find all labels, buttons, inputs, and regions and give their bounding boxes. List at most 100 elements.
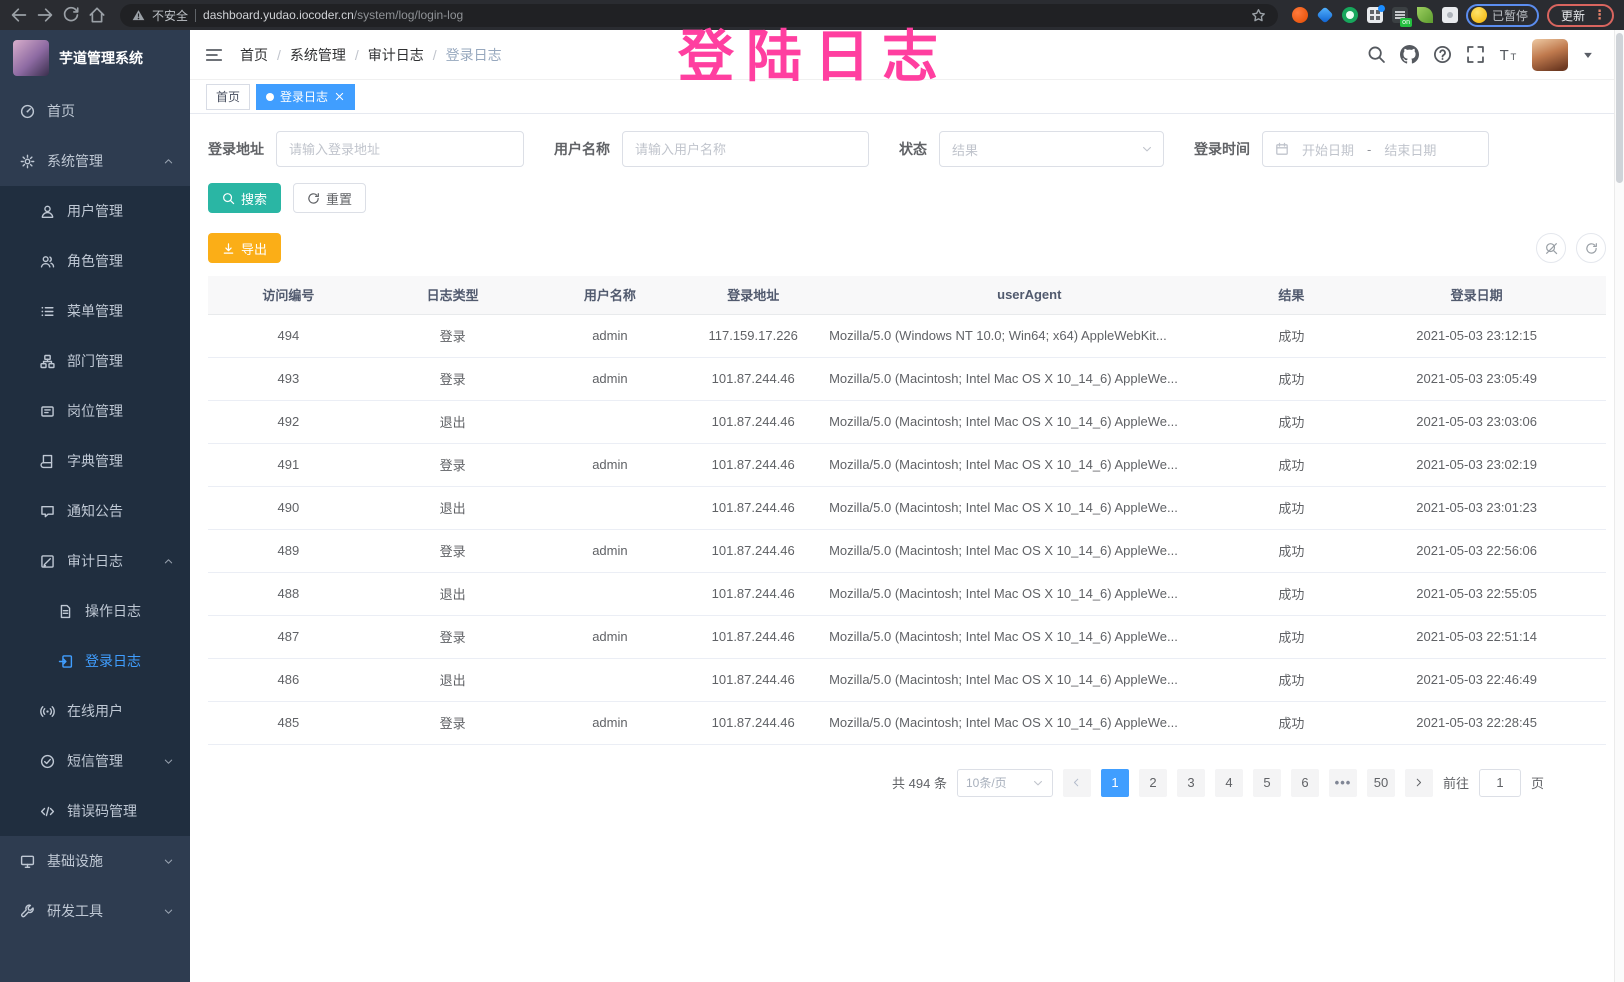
tag-首页[interactable]: 首页 bbox=[206, 84, 250, 110]
sidebar-item-dict-management[interactable]: 字典管理 bbox=[0, 436, 190, 486]
pagination-page-50[interactable]: 50 bbox=[1367, 769, 1395, 797]
breadcrumb-separator: / bbox=[433, 47, 437, 63]
refresh-table-button[interactable] bbox=[1576, 233, 1606, 263]
table-cell bbox=[537, 658, 684, 701]
table-cell: 成功 bbox=[1236, 572, 1348, 615]
github-icon[interactable] bbox=[1400, 45, 1419, 64]
sidebar-item-label: 操作日志 bbox=[85, 601, 141, 621]
table-row: 489登录admin101.87.244.46Mozilla/5.0 (Maci… bbox=[208, 529, 1606, 572]
start-date-placeholder: 开始日期 bbox=[1302, 140, 1354, 159]
login-address-input[interactable] bbox=[276, 131, 524, 167]
browser-profile-pill[interactable]: 已暂停 bbox=[1466, 4, 1539, 27]
green-circle-extension-icon[interactable] bbox=[1342, 7, 1358, 23]
sidebar-item-label: 通知公告 bbox=[67, 501, 123, 521]
sidebar-item-error-code-management[interactable]: 错误码管理 bbox=[0, 786, 190, 836]
font-size-icon[interactable]: TT bbox=[1499, 45, 1518, 64]
annotation-overlay-text: 登陆日志 bbox=[678, 12, 950, 93]
table-cell: 487 bbox=[208, 615, 369, 658]
sidebar-item-sms-management[interactable]: 短信管理 bbox=[0, 736, 190, 786]
sidebar-item-notice-announcement[interactable]: 通知公告 bbox=[0, 486, 190, 536]
username-input[interactable] bbox=[622, 131, 869, 167]
sidebar-toggle-icon[interactable] bbox=[204, 45, 224, 65]
search-icon[interactable] bbox=[1367, 45, 1386, 64]
browser-forward-icon[interactable] bbox=[36, 6, 54, 24]
sidebar-item-label: 审计日志 bbox=[67, 551, 123, 571]
breadcrumb-item[interactable]: 首页 bbox=[240, 45, 268, 65]
status-select[interactable]: 结果 bbox=[939, 131, 1164, 167]
table-cell: 488 bbox=[208, 572, 369, 615]
grid-extension-icon[interactable] bbox=[1367, 7, 1383, 23]
pagination-ellipsis[interactable]: ••• bbox=[1329, 769, 1357, 797]
close-icon[interactable] bbox=[334, 91, 345, 102]
caret-down-icon[interactable] bbox=[1582, 49, 1594, 61]
hide-search-button[interactable] bbox=[1536, 233, 1566, 263]
browser-back-icon[interactable] bbox=[10, 6, 28, 24]
table-row: 491登录admin101.87.244.46Mozilla/5.0 (Maci… bbox=[208, 443, 1606, 486]
breadcrumb-item[interactable]: 系统管理 bbox=[290, 45, 346, 65]
reset-button[interactable]: 重置 bbox=[293, 183, 366, 213]
list-on-extension-icon[interactable]: on bbox=[1392, 7, 1408, 23]
pagination-next-button[interactable] bbox=[1405, 769, 1433, 797]
chevron-down-icon bbox=[163, 906, 174, 917]
table-cell: Mozilla/5.0 (Macintosh; Intel Mac OS X 1… bbox=[823, 658, 1235, 701]
browser-menu-icon[interactable]: ⋮ bbox=[1593, 7, 1606, 23]
pagination-page-5[interactable]: 5 bbox=[1253, 769, 1281, 797]
leaf-extension-icon[interactable] bbox=[1417, 7, 1433, 23]
scrollbar-thumb[interactable] bbox=[1616, 33, 1623, 183]
pagination-goto-label: 前往 bbox=[1443, 773, 1469, 792]
sidebar-item-role-management[interactable]: 角色管理 bbox=[0, 236, 190, 286]
pagination-prev-button[interactable] bbox=[1063, 769, 1091, 797]
sidebar-item-operation-log[interactable]: 操作日志 bbox=[0, 586, 190, 636]
sidebar-item-post-management[interactable]: 岗位管理 bbox=[0, 386, 190, 436]
sidebar-item-menu-management[interactable]: 菜单管理 bbox=[0, 286, 190, 336]
pagination-page-1[interactable]: 1 bbox=[1101, 769, 1129, 797]
table-cell: 退出 bbox=[369, 658, 537, 701]
app-logo-row[interactable]: 芋道管理系统 bbox=[0, 30, 190, 86]
pagination-page-4[interactable]: 4 bbox=[1215, 769, 1243, 797]
sidebar-item-label: 错误码管理 bbox=[67, 801, 137, 821]
pagination-page-3[interactable]: 3 bbox=[1177, 769, 1205, 797]
fullscreen-icon[interactable] bbox=[1466, 45, 1485, 64]
page-scrollbar[interactable] bbox=[1614, 30, 1624, 982]
sidebar-item-dept-management[interactable]: 部门管理 bbox=[0, 336, 190, 386]
sidebar-item-system-management[interactable]: 系统管理 bbox=[0, 136, 190, 186]
search-icon bbox=[222, 192, 235, 205]
pagination-page-2[interactable]: 2 bbox=[1139, 769, 1167, 797]
sidebar-item-user-management[interactable]: 用户管理 bbox=[0, 186, 190, 236]
search-button[interactable]: 搜索 bbox=[208, 183, 281, 213]
chevron-up-icon bbox=[163, 556, 174, 567]
sidebar-item-infrastructure[interactable]: 基础设施 bbox=[0, 836, 190, 886]
browser-update-button[interactable]: 更新 ⋮ bbox=[1547, 4, 1614, 27]
pagination: 共 494 条 10条/页 123456•••50 前往 1 页 bbox=[208, 769, 1606, 797]
page-size-select[interactable]: 10条/页 bbox=[957, 769, 1053, 797]
infra-icon bbox=[20, 854, 35, 869]
table-cell: Mozilla/5.0 (Macintosh; Intel Mac OS X 1… bbox=[823, 443, 1235, 486]
export-button[interactable]: 导出 bbox=[208, 233, 281, 263]
browser-home-icon[interactable] bbox=[88, 6, 106, 24]
blue-gem-extension-icon[interactable] bbox=[1316, 7, 1333, 24]
help-icon[interactable] bbox=[1433, 45, 1452, 64]
column-header: userAgent bbox=[823, 276, 1235, 314]
bookmark-star-icon[interactable] bbox=[1251, 8, 1266, 23]
browser-reload-icon[interactable] bbox=[62, 6, 80, 24]
sidebar-item-online-users[interactable]: 在线用户 bbox=[0, 686, 190, 736]
breadcrumb-item[interactable]: 审计日志 bbox=[368, 45, 424, 65]
sidebar-item-audit-log[interactable]: 审计日志 bbox=[0, 536, 190, 586]
security-label: 不安全 bbox=[152, 7, 188, 24]
sidebar-item-login-log[interactable]: 登录日志 bbox=[0, 636, 190, 686]
main-area: 首页/系统管理/审计日志/登录日志 TT 首页登录日志 登录地址 用户 bbox=[190, 30, 1624, 982]
pagination-page-6[interactable]: 6 bbox=[1291, 769, 1319, 797]
pagination-goto-input[interactable]: 1 bbox=[1479, 769, 1521, 797]
app-title: 芋道管理系统 bbox=[59, 48, 143, 68]
extensions-row: on bbox=[1292, 7, 1458, 23]
sidebar-item-label: 首页 bbox=[47, 101, 75, 121]
sidebar-item-home[interactable]: 首页 bbox=[0, 86, 190, 136]
pagination-total: 共 494 条 bbox=[892, 773, 947, 792]
orange-circle-extension-icon[interactable] bbox=[1292, 7, 1308, 23]
user-avatar[interactable] bbox=[1532, 39, 1568, 71]
table-cell: Mozilla/5.0 (Windows NT 10.0; Win64; x64… bbox=[823, 314, 1235, 357]
sidebar-item-dev-tools[interactable]: 研发工具 bbox=[0, 886, 190, 936]
tag-登录日志[interactable]: 登录日志 bbox=[256, 84, 355, 110]
login-time-range-picker[interactable]: 开始日期 - 结束日期 bbox=[1262, 131, 1489, 167]
puzzle-extension-icon[interactable] bbox=[1442, 7, 1458, 23]
